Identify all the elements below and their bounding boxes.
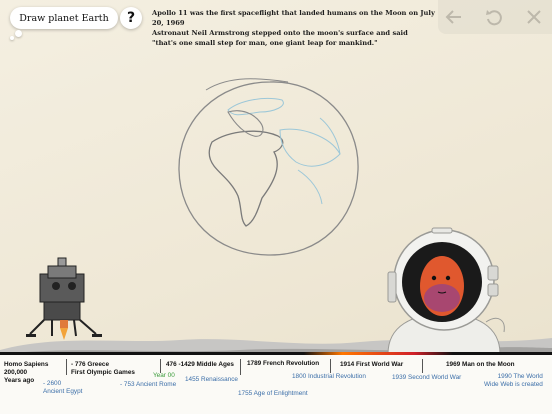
help-label: ?: [126, 10, 136, 26]
event-label: - 2600: [43, 380, 62, 387]
event-label: 476 -1429 Middle Ages: [166, 361, 234, 368]
event-label: 1969 Man on the Moon: [446, 361, 515, 368]
undo-icon[interactable]: [484, 7, 504, 27]
event-second-world-war[interactable]: 1939 Second World War: [392, 374, 461, 382]
timeline-color-bar: [0, 352, 552, 355]
event-label: Homo Sapiens: [4, 361, 49, 368]
event-man-on-the-moon[interactable]: 1969 Man on the Moon: [446, 361, 515, 369]
lunar-module: [26, 257, 102, 340]
toolbar: [438, 0, 552, 34]
timeline-tick: [422, 359, 423, 373]
event-renaissance[interactable]: 1455 Renaissance: [185, 376, 238, 384]
event-french-revolution[interactable]: 1789 French Revolution: [247, 360, 319, 368]
event-homo-sapiens[interactable]: Homo Sapiens 200,000 Years ago: [4, 361, 48, 385]
event-world-wide-web[interactable]: 1990 The World Wide Web is created: [484, 373, 543, 389]
event-label: 1990 The World: [497, 373, 543, 380]
event-first-world-war[interactable]: 1914 First World War: [340, 361, 403, 369]
history-timeline[interactable]: Homo Sapiens 200,000 Years ago - 2600 An…: [0, 352, 552, 414]
fact-line-1: Apollo 11 was the first spaceflight that…: [152, 9, 435, 27]
timeline-tick: [160, 359, 161, 373]
event-industrial-revolution[interactable]: 1800 Industrial Revolution: [292, 373, 366, 381]
timeline-tick: [240, 359, 241, 375]
app-canvas: Draw planet Earth ? Apollo 11 was the fi…: [0, 0, 552, 414]
event-label: - 776 Greece: [71, 361, 110, 368]
event-label: Year 00: [153, 372, 175, 379]
event-year-00[interactable]: Year 00: [153, 372, 175, 380]
event-label: Ancient Egypt: [43, 388, 83, 395]
event-label: Years ago: [4, 377, 35, 384]
event-label: First Olympic Games: [71, 369, 135, 376]
bubble-tail-small: [10, 36, 14, 40]
event-label: 1789 French Revolution: [247, 360, 320, 367]
event-ancient-egypt[interactable]: - 2600 Ancient Egypt: [43, 380, 82, 396]
continent-africa: [208, 130, 284, 227]
event-label: Wide Web is created: [484, 381, 543, 388]
event-ancient-rome[interactable]: - 753 Ancient Rome: [120, 381, 176, 389]
bubble-tail: [15, 30, 22, 37]
event-label: - 753 Ancient Rome: [120, 381, 177, 388]
back-arrow-icon[interactable]: [444, 7, 464, 27]
timeline-tick: [66, 359, 67, 375]
continent-asia: [279, 128, 341, 167]
earth-outline: [178, 81, 359, 256]
earth-drawing[interactable]: [170, 70, 370, 265]
prompt-bubble: Draw planet Earth: [10, 7, 118, 29]
event-label: 1455 Renaissance: [185, 376, 238, 383]
prompt-text: Draw planet Earth: [19, 12, 109, 24]
fact-line-3: "that's one small step for man, one gian…: [152, 39, 378, 47]
help-button[interactable]: ?: [120, 7, 142, 29]
event-middle-ages[interactable]: 476 -1429 Middle Ages: [166, 361, 234, 369]
event-label: 1755 Age of Enlightment: [238, 390, 308, 397]
event-greece[interactable]: - 776 Greece First Olympic Games: [71, 361, 135, 377]
event-label: 1939 Second World War: [392, 374, 462, 381]
event-label: 200,000: [4, 369, 28, 376]
event-label: 1800 Industrial Revolution: [292, 373, 366, 380]
continent-europe: [227, 97, 284, 116]
fact-line-2: Astronaut Neil Armstrong stepped onto th…: [152, 29, 408, 37]
close-icon[interactable]: [524, 7, 544, 27]
event-label: 1914 First World War: [340, 361, 404, 368]
astronaut: [387, 227, 505, 354]
fact-text: Apollo 11 was the first spaceflight that…: [152, 8, 442, 48]
event-enlightenment[interactable]: 1755 Age of Enlightment: [238, 390, 308, 398]
timeline-tick: [330, 359, 331, 373]
